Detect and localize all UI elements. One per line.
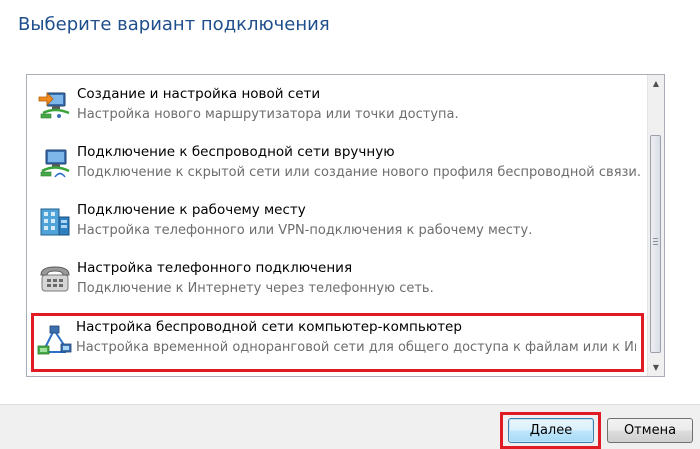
- option-ad-hoc[interactable]: Настройка беспроводной сети компьютер-ко…: [31, 313, 644, 372]
- page-title: Выберите вариант подключения: [18, 14, 330, 35]
- network-setup-icon: [38, 92, 70, 119]
- vertical-scrollbar[interactable]: ▲ ▼: [647, 75, 664, 376]
- wireless-manual-icon: [40, 149, 70, 178]
- workplace-icon: [40, 208, 70, 236]
- cancel-button[interactable]: Отмена: [607, 418, 693, 443]
- grip-icon: [653, 238, 658, 245]
- option-title: Подключение к рабочему месту: [77, 202, 306, 218]
- connection-options-list[interactable]: Создание и настройка новой сети Настройк…: [26, 74, 665, 377]
- option-title: Создание и настройка новой сети: [77, 86, 321, 102]
- option-title: Настройка телефонного подключения: [77, 260, 353, 276]
- option-description: Подключение к Интернету через телефонную…: [77, 281, 434, 296]
- option-title: Настройка беспроводной сети компьютер-ко…: [76, 319, 462, 335]
- option-description: Подключение к скрытой сети или создание …: [77, 165, 642, 180]
- option-description: Настройка нового маршрутизатора или точк…: [77, 107, 459, 122]
- option-title: Подключение к беспроводной сети вручную: [77, 144, 395, 160]
- option-wireless-manual[interactable]: Подключение к беспроводной сети вручную …: [33, 139, 645, 193]
- option-dialup[interactable]: Настройка телефонного подключения Подклю…: [33, 255, 645, 309]
- scroll-up-arrow-icon[interactable]: ▲: [648, 75, 664, 92]
- scroll-down-arrow-icon[interactable]: ▼: [648, 359, 664, 376]
- option-workplace[interactable]: Подключение к рабочему месту Настройка т…: [33, 197, 645, 251]
- option-description: Настройка временной одноранговой сети дл…: [76, 340, 636, 355]
- option-new-network[interactable]: Создание и настройка новой сети Настройк…: [33, 81, 645, 135]
- dialup-phone-icon: [40, 266, 70, 292]
- scroll-thumb[interactable]: [650, 135, 661, 353]
- next-button[interactable]: Далее: [508, 418, 594, 443]
- ad-hoc-network-icon: [37, 325, 72, 355]
- option-description: Настройка телефонного или VPN-подключени…: [77, 223, 533, 238]
